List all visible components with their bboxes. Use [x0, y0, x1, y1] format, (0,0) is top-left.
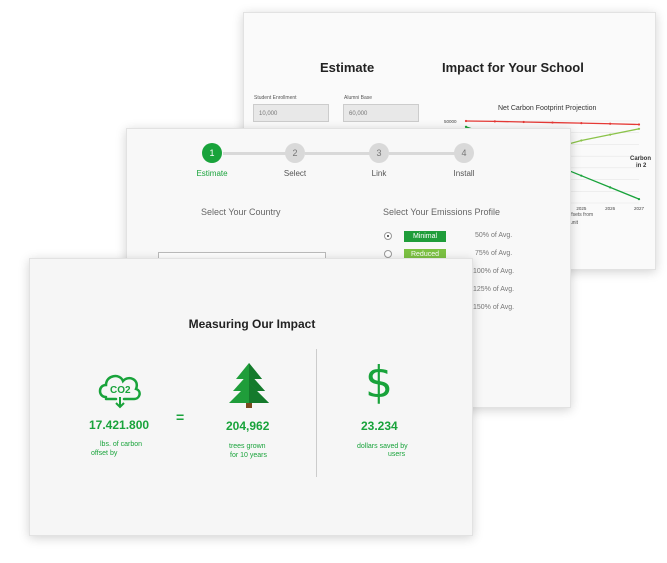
stat-divider	[316, 349, 317, 477]
chart-point	[493, 120, 496, 123]
carbon-callout-2: in 2	[636, 163, 647, 169]
profile-minimal-pct: 50% of Avg.	[475, 232, 513, 239]
chart-point	[580, 174, 583, 177]
impact-summary-panel: Measuring Our Impact CO2 17.421.800 lbs.…	[29, 258, 473, 536]
profile-radio-minimal[interactable]	[384, 232, 392, 240]
impact-title: Measuring Our Impact	[188, 317, 316, 331]
step-2-label[interactable]: Select	[265, 169, 325, 178]
tree-icon	[229, 363, 269, 408]
chart-y-tick: 50000	[444, 119, 457, 124]
chart-point	[580, 122, 583, 125]
chart-title: Net Carbon Footprint Projection	[498, 105, 597, 112]
step-1-label[interactable]: Estimate	[182, 169, 242, 178]
equals-sign: =	[176, 409, 185, 425]
chart-point	[580, 139, 583, 142]
step-1-circle[interactable]: 1	[202, 143, 222, 163]
step-2-circle[interactable]: 2	[285, 143, 305, 163]
enrollment-label: Student Enrollment	[254, 95, 297, 101]
profile-radio-reduced[interactable]	[384, 250, 392, 258]
chart-point	[637, 197, 641, 201]
chart-point	[637, 123, 641, 126]
profile-reduced-pct: 75% of Avg.	[475, 250, 513, 257]
profile-average-pct: 100% of Avg.	[473, 268, 515, 275]
emissions-profile-label: Select Your Emissions Profile	[383, 207, 501, 217]
chart-point	[637, 127, 641, 130]
profile-minimal-button[interactable]: Minimal	[404, 231, 446, 242]
step-4-label[interactable]: Install	[434, 169, 494, 178]
co2-icon-label: CO2	[110, 385, 131, 396]
chart-x-tick: 2025	[576, 206, 587, 211]
impact-heading: Impact for Your School	[442, 60, 584, 75]
chart-x-tick: 2026	[605, 206, 616, 211]
enrollment-input[interactable]: 10,000	[253, 104, 329, 122]
profile-very-high-pct: 150% of Avg.	[473, 304, 515, 311]
trees-caption-line2: for 10 years	[230, 452, 267, 459]
dollars-caption-line2: users	[388, 451, 406, 458]
dollars-saved-value: 23.234	[361, 419, 398, 433]
offsets-label-2: unit	[570, 220, 579, 226]
co2-caption-line1: lbs. of carbon	[100, 441, 143, 448]
chart-x-tick: 2027	[634, 206, 644, 211]
step-3-label[interactable]: Link	[349, 169, 409, 178]
alumni-input[interactable]: 60,000	[343, 104, 419, 122]
co2-caption-line2: offset by	[91, 450, 118, 457]
profile-high-pct: 125% of Avg.	[473, 286, 515, 293]
estimate-heading: Estimate	[320, 60, 375, 75]
chart-point	[609, 122, 612, 125]
dollar-icon: $	[365, 357, 393, 408]
chart-point	[609, 133, 612, 136]
carbon-callout: Carbon	[630, 156, 651, 162]
country-label: Select Your Country	[201, 207, 281, 217]
chart-point	[551, 121, 554, 124]
co2-cloud-icon: CO2	[98, 374, 141, 409]
chart-point	[609, 186, 612, 189]
co2-offset-value: 17.421.800	[89, 418, 150, 432]
trees-grown-value: 204,962	[226, 419, 270, 433]
step-3-circle[interactable]: 3	[369, 143, 389, 163]
step-4-circle[interactable]: 4	[454, 143, 474, 163]
chart-point	[464, 119, 468, 123]
alumni-label: Alumni Base	[344, 95, 373, 101]
trees-caption-line1: trees grown	[229, 443, 266, 450]
chart-point	[522, 120, 525, 124]
